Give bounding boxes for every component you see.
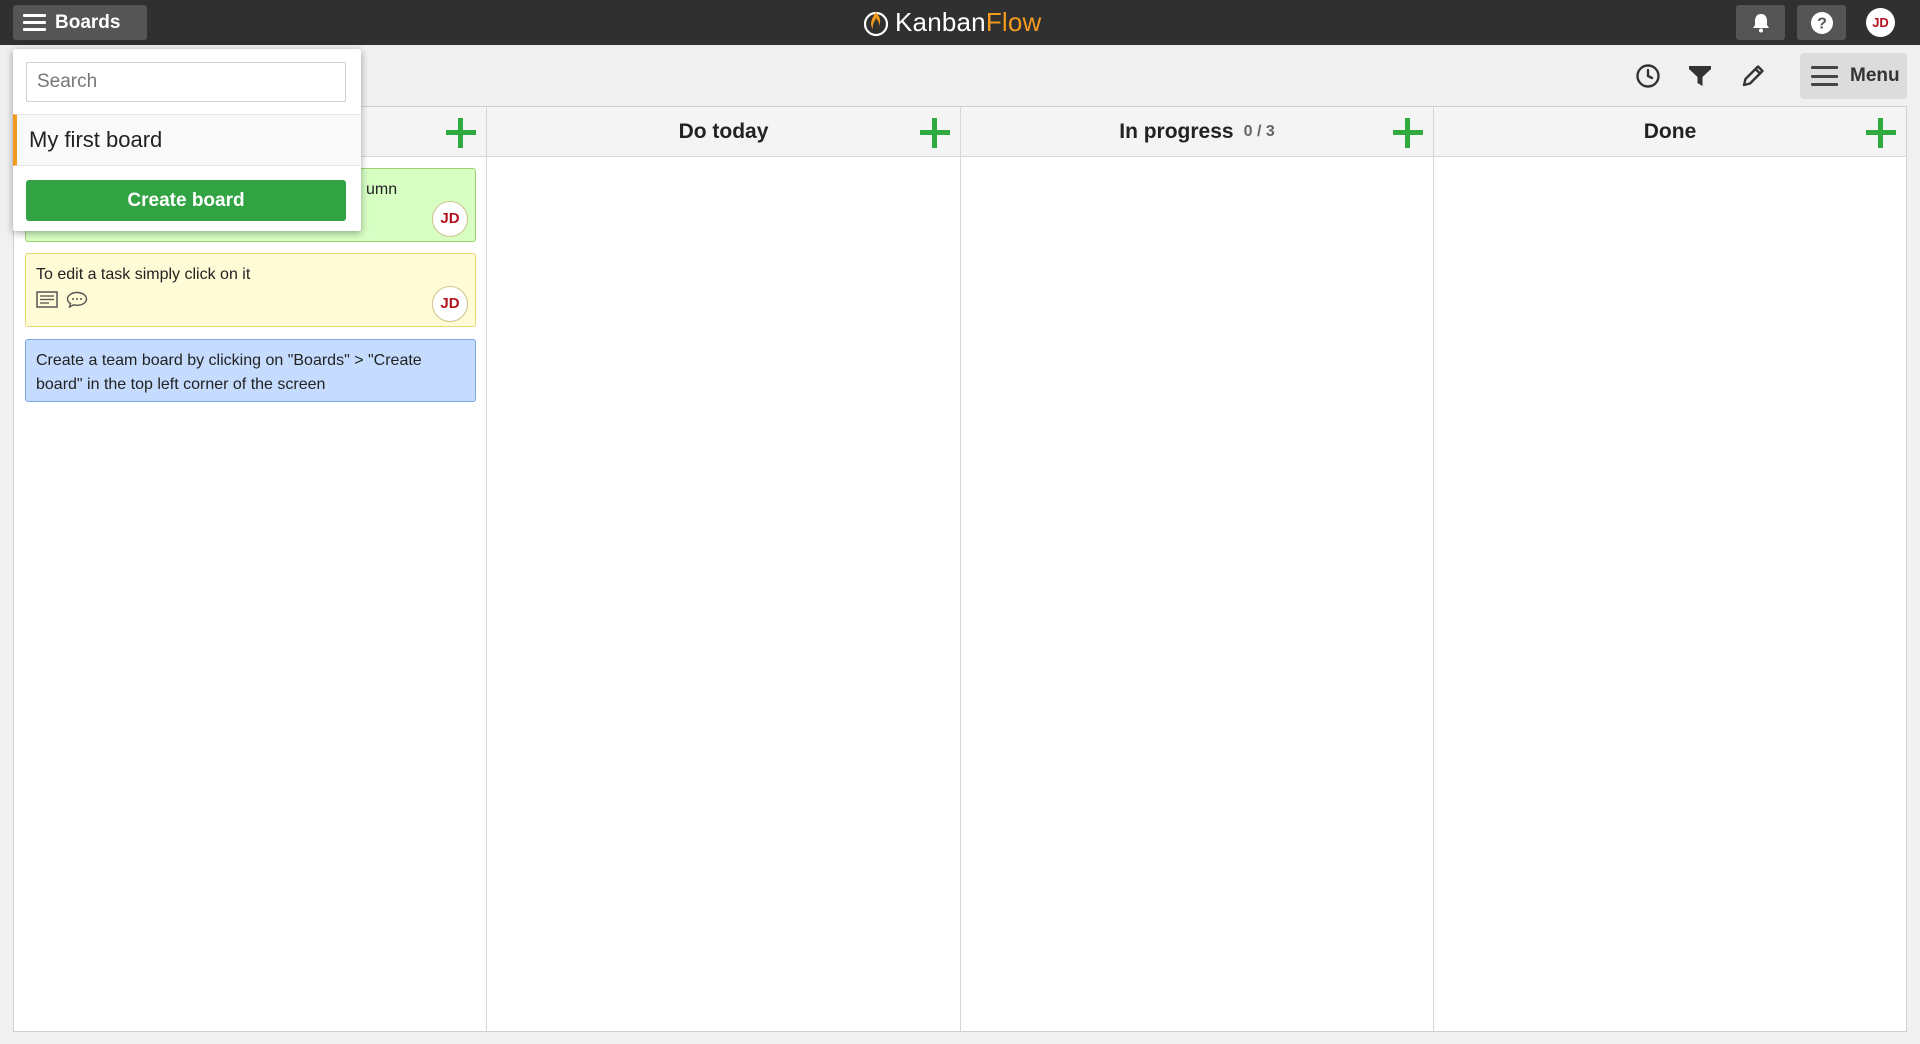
board-list-item[interactable]: My first board: [13, 114, 361, 166]
bell-icon: [1752, 13, 1769, 32]
column-header: Done: [1434, 107, 1906, 157]
boards-button-label: Boards: [55, 11, 121, 33]
menu-button[interactable]: Menu: [1800, 53, 1907, 99]
add-task-icon[interactable]: [920, 118, 950, 148]
hamburger-icon: [23, 14, 46, 31]
svg-text:?: ?: [1817, 15, 1827, 32]
add-task-icon[interactable]: [446, 118, 476, 148]
task-assignee-avatar[interactable]: JD: [432, 201, 468, 237]
comment-icon: [66, 291, 88, 308]
logo-text-flow: Flow: [985, 7, 1042, 37]
wip-limit: 0 / 3: [1243, 122, 1275, 140]
kanbanflow-logo[interactable]: KanbanFlow: [861, 5, 1042, 40]
create-board-button[interactable]: Create board: [26, 180, 346, 221]
description-icon: [36, 291, 58, 308]
notifications-button[interactable]: [1736, 5, 1785, 40]
task-text: To edit a task simply click on it: [36, 266, 251, 283]
filter-icon: [1689, 66, 1711, 86]
logo-flame-icon: [863, 11, 889, 36]
kanban-board: umn JD To edit a task simply click on it: [13, 106, 1907, 1032]
column-todo: umn JD To edit a task simply click on it: [14, 107, 487, 1031]
help-button[interactable]: ?: [1797, 5, 1846, 40]
help-icon: ?: [1810, 11, 1833, 34]
pencil-icon: [1742, 65, 1764, 87]
boards-button[interactable]: Boards: [13, 5, 147, 40]
task-text: Create a team board by clicking on "Boar…: [36, 352, 422, 393]
task-assignee-avatar[interactable]: JD: [432, 286, 468, 322]
edit-board-button[interactable]: [1735, 58, 1771, 94]
menu-hamburger-icon: [1811, 66, 1838, 86]
column-done: Done: [1434, 107, 1906, 1031]
board-search-input[interactable]: [26, 62, 346, 102]
column-header: In progress 0 / 3: [961, 107, 1433, 157]
column-do-today: Do today: [487, 107, 961, 1031]
column-title: Do today: [678, 119, 769, 143]
boards-dropdown: My first board Create board: [13, 49, 361, 231]
column-header: Do today: [487, 107, 960, 157]
filter-button[interactable]: [1682, 58, 1718, 94]
logo-text-kanban: Kanban: [895, 7, 986, 37]
task-card[interactable]: Create a team board by clicking on "Boar…: [25, 339, 476, 402]
top-bar: Boards KanbanFlow ? JD: [0, 0, 1920, 45]
user-avatar[interactable]: JD: [1866, 8, 1895, 37]
add-task-icon[interactable]: [1866, 118, 1896, 148]
column-title: In progress: [1119, 119, 1234, 143]
time-tracking-button[interactable]: [1630, 58, 1666, 94]
column-in-progress: In progress 0 / 3: [961, 107, 1434, 1031]
clock-icon: [1636, 64, 1660, 88]
task-card[interactable]: To edit a task simply click on it JD: [25, 253, 476, 327]
menu-button-label: Menu: [1850, 65, 1900, 86]
column-title: Done: [1643, 119, 1697, 143]
add-task-icon[interactable]: [1393, 118, 1423, 148]
